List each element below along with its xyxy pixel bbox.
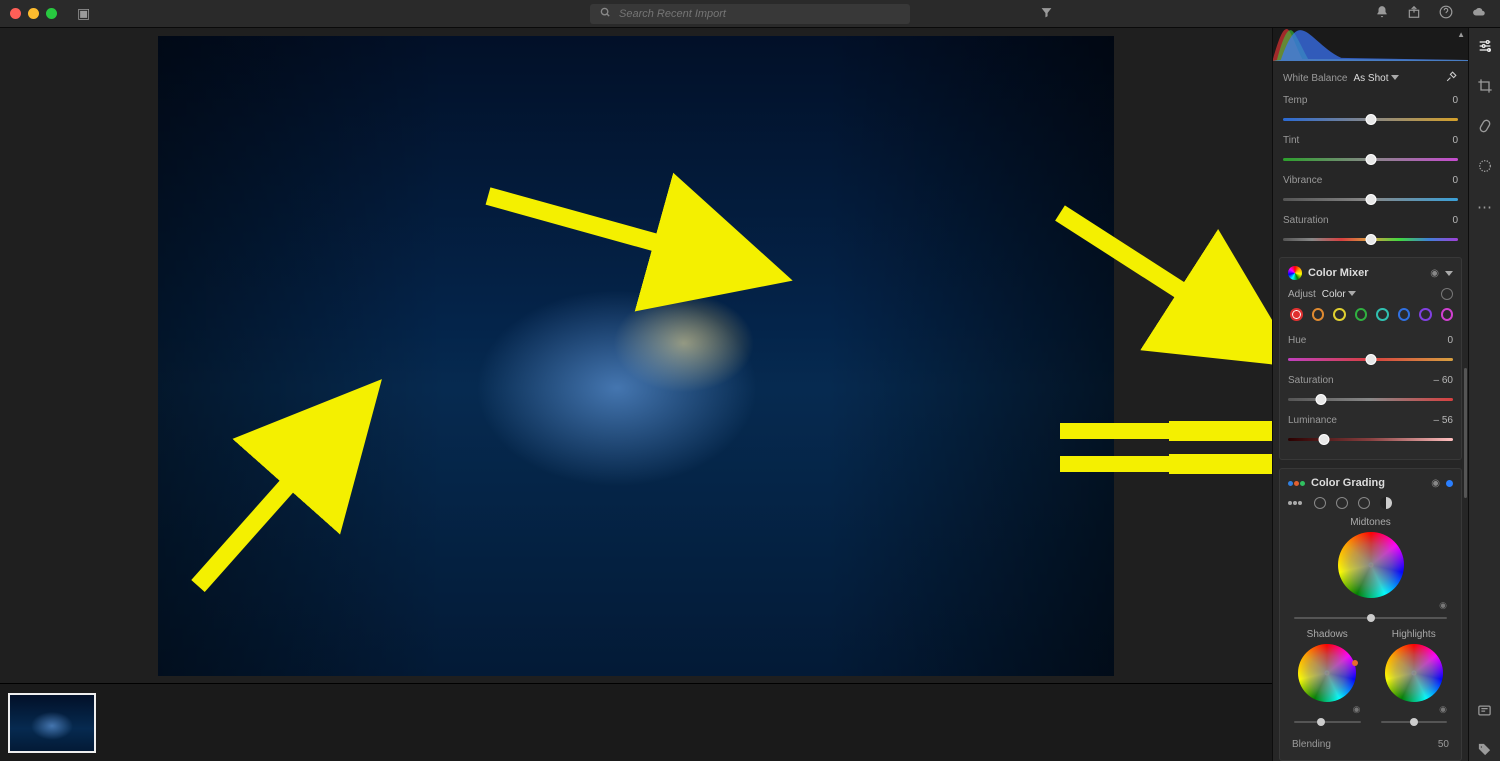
temp-value[interactable]: 0 bbox=[1434, 95, 1458, 106]
more-icon[interactable]: ⋯ bbox=[1477, 198, 1492, 216]
hue-value[interactable]: 0 bbox=[1429, 335, 1453, 346]
shadows-visibility-icon[interactable]: ◉ bbox=[1288, 704, 1367, 715]
mixer-saturation-value[interactable]: – 60 bbox=[1429, 375, 1453, 386]
tint-label: Tint bbox=[1283, 135, 1428, 146]
close-window-button[interactable] bbox=[10, 8, 21, 19]
hue-slider[interactable] bbox=[1288, 351, 1453, 367]
thumbnail[interactable] bbox=[8, 693, 96, 753]
hue-label: Hue bbox=[1288, 335, 1423, 346]
midtones-luminance-slider[interactable] bbox=[1294, 613, 1447, 623]
search-icon bbox=[600, 7, 611, 21]
adjust-label: Adjust bbox=[1288, 289, 1316, 300]
grading-view-highlights[interactable] bbox=[1358, 497, 1370, 509]
temp-label: Temp bbox=[1283, 95, 1428, 106]
panel-modified-indicator bbox=[1446, 480, 1453, 487]
filter-icon[interactable] bbox=[1040, 6, 1053, 22]
vibrance-slider[interactable] bbox=[1283, 191, 1458, 207]
midtones-wheel[interactable] bbox=[1338, 532, 1404, 598]
swatch-blue[interactable] bbox=[1398, 308, 1411, 321]
swatch-aqua[interactable] bbox=[1376, 308, 1389, 321]
grading-view-global[interactable] bbox=[1380, 497, 1392, 509]
mixer-saturation-label: Saturation bbox=[1288, 375, 1423, 386]
minimize-window-button[interactable] bbox=[28, 8, 39, 19]
window-controls bbox=[10, 8, 57, 19]
blending-label: Blending bbox=[1292, 739, 1331, 750]
midtones-visibility-icon[interactable]: ◉ bbox=[1288, 600, 1453, 611]
highlights-wheel[interactable] bbox=[1385, 644, 1443, 702]
highlights-luminance-slider[interactable] bbox=[1381, 717, 1448, 727]
color-mixer-title[interactable]: Color Mixer bbox=[1308, 267, 1424, 279]
maximize-window-button[interactable] bbox=[46, 8, 57, 19]
share-icon[interactable] bbox=[1407, 5, 1421, 22]
temp-slider[interactable] bbox=[1283, 111, 1458, 127]
filmstrip bbox=[0, 683, 1272, 761]
color-mixer-panel: Color Mixer ◉ Adjust Color Hue 0 bbox=[1279, 257, 1462, 460]
swatch-yellow[interactable] bbox=[1333, 308, 1346, 321]
toggle-visibility-icon[interactable]: ◉ bbox=[1430, 268, 1439, 279]
color-swatches bbox=[1288, 308, 1453, 321]
help-icon[interactable] bbox=[1439, 5, 1453, 22]
grading-view-shadows[interactable] bbox=[1314, 497, 1326, 509]
white-balance-label: White Balance bbox=[1283, 73, 1347, 84]
swatch-orange[interactable] bbox=[1312, 308, 1325, 321]
white-balance-mode-dropdown[interactable]: As Shot bbox=[1353, 73, 1399, 84]
shadows-label: Shadows bbox=[1288, 629, 1367, 640]
search-field[interactable] bbox=[590, 4, 910, 24]
color-grading-title[interactable]: Color Grading bbox=[1311, 477, 1425, 489]
scrollbar[interactable] bbox=[1464, 368, 1467, 498]
chevron-down-icon[interactable] bbox=[1445, 268, 1453, 278]
color-mixer-icon bbox=[1288, 266, 1302, 280]
color-grading-icon bbox=[1288, 481, 1305, 486]
highlights-visibility-icon[interactable]: ◉ bbox=[1375, 704, 1454, 715]
edit-panel: ▲ White Balance As Shot Temp 0 Tint 0 Vibr… bbox=[1272, 28, 1468, 761]
titlebar: ▣ bbox=[0, 0, 1500, 28]
targeted-adjustment-icon[interactable] bbox=[1441, 288, 1453, 300]
search-input[interactable] bbox=[619, 8, 900, 20]
luminance-slider[interactable] bbox=[1288, 431, 1453, 447]
swatch-red[interactable] bbox=[1290, 308, 1303, 321]
cloud-sync-icon[interactable] bbox=[1471, 5, 1488, 22]
vibrance-label: Vibrance bbox=[1283, 175, 1428, 186]
tag-icon[interactable] bbox=[1477, 742, 1492, 761]
swatch-magenta[interactable] bbox=[1441, 308, 1454, 321]
masking-icon[interactable] bbox=[1477, 158, 1493, 178]
edit-sliders-icon[interactable] bbox=[1477, 38, 1493, 58]
eyedropper-icon[interactable] bbox=[1445, 70, 1458, 86]
healing-brush-icon[interactable] bbox=[1477, 118, 1493, 138]
gallery-view-icon[interactable]: ▣ bbox=[77, 5, 90, 22]
midtones-label: Midtones bbox=[1288, 517, 1453, 528]
notifications-icon[interactable] bbox=[1375, 5, 1389, 22]
blending-value[interactable]: 50 bbox=[1438, 739, 1449, 750]
toggle-visibility-icon[interactable]: ◉ bbox=[1431, 478, 1440, 489]
color-grading-panel: Color Grading ◉ Midtones ◉ Shadows ◉ bbox=[1279, 468, 1462, 761]
canvas-area bbox=[0, 28, 1272, 761]
tool-rail: ⋯ bbox=[1468, 28, 1500, 761]
tint-value[interactable]: 0 bbox=[1434, 135, 1458, 146]
main-photo[interactable] bbox=[158, 36, 1114, 676]
saturation-slider[interactable] bbox=[1283, 231, 1458, 247]
luminance-value[interactable]: – 56 bbox=[1429, 415, 1453, 426]
collapse-histogram-icon[interactable]: ▲ bbox=[1457, 30, 1465, 39]
shadows-wheel[interactable] bbox=[1298, 644, 1356, 702]
keywords-icon[interactable] bbox=[1477, 703, 1492, 722]
luminance-label: Luminance bbox=[1288, 415, 1423, 426]
vibrance-value[interactable]: 0 bbox=[1434, 175, 1458, 186]
shadows-luminance-slider[interactable] bbox=[1294, 717, 1361, 727]
saturation-label: Saturation bbox=[1283, 215, 1428, 226]
tint-slider[interactable] bbox=[1283, 151, 1458, 167]
saturation-value[interactable]: 0 bbox=[1434, 215, 1458, 226]
highlights-label: Highlights bbox=[1375, 629, 1454, 640]
histogram[interactable]: ▲ bbox=[1273, 28, 1468, 61]
grading-view-3way[interactable] bbox=[1288, 497, 1304, 509]
grading-view-midtones[interactable] bbox=[1336, 497, 1348, 509]
crop-icon[interactable] bbox=[1477, 78, 1493, 98]
swatch-green[interactable] bbox=[1355, 308, 1368, 321]
adjust-mode-dropdown[interactable]: Color bbox=[1322, 289, 1357, 300]
mixer-saturation-slider[interactable] bbox=[1288, 391, 1453, 407]
swatch-purple[interactable] bbox=[1419, 308, 1432, 321]
